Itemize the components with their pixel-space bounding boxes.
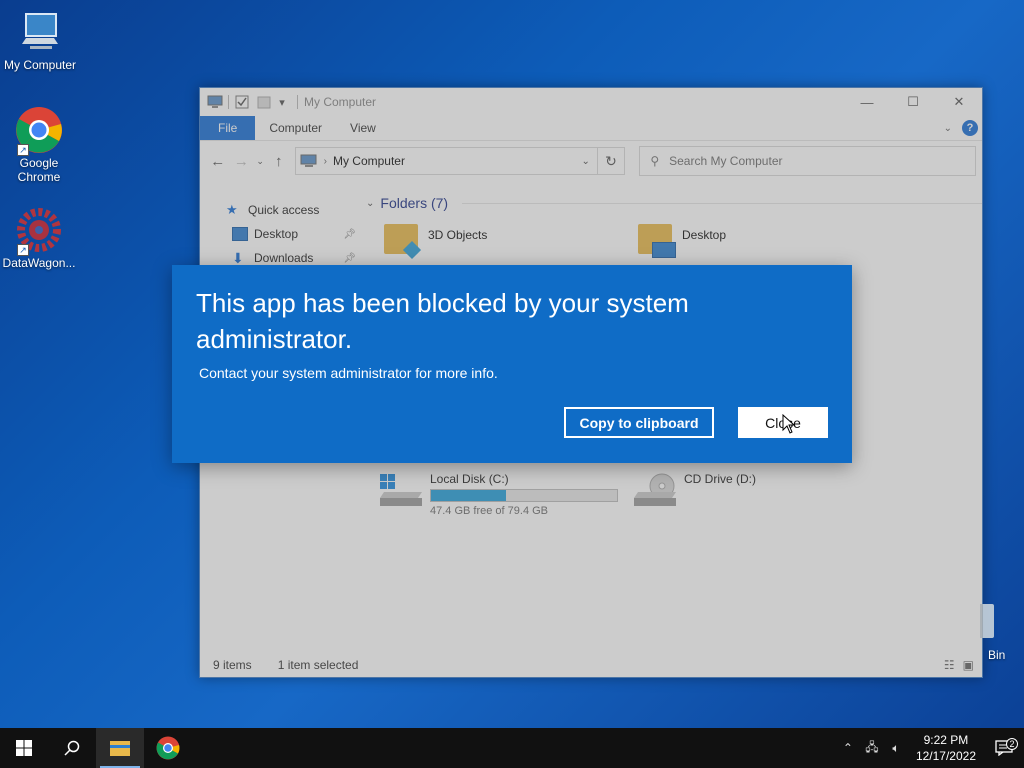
copy-to-clipboard-button[interactable]: Copy to clipboard bbox=[564, 407, 714, 438]
taskbar-chrome[interactable] bbox=[144, 728, 192, 768]
desktop-icon-recycle-bin[interactable]: Bin bbox=[980, 604, 1005, 662]
shortcut-arrow-icon: ↗ bbox=[17, 144, 29, 156]
start-button[interactable] bbox=[0, 728, 48, 768]
taskbar-file-explorer[interactable] bbox=[96, 728, 144, 768]
notification-badge: 2 bbox=[1006, 738, 1018, 750]
search-icon bbox=[64, 740, 80, 756]
clock-time: 9:22 PM bbox=[923, 733, 969, 747]
desktop-icon-label: My Computer bbox=[3, 58, 77, 72]
windows-logo-icon bbox=[16, 740, 32, 756]
clock-date: 12/17/2022 bbox=[915, 749, 976, 763]
desktop-icon-label: DataWagon... bbox=[2, 256, 76, 270]
desktop-icon-label: Bin bbox=[988, 648, 1006, 662]
chevron-up-icon[interactable]: ⌃ bbox=[836, 741, 860, 755]
blocked-app-dialog: This app has been blocked by your system… bbox=[172, 265, 852, 463]
file-explorer-icon bbox=[110, 741, 130, 756]
clock[interactable]: 9:22 PM 12/17/2022 bbox=[908, 732, 984, 764]
search-button[interactable] bbox=[48, 728, 96, 768]
desktop-icon-datawagon[interactable]: ↗ DataWagon... bbox=[0, 206, 79, 270]
dialog-message: Contact your system administrator for mo… bbox=[199, 365, 498, 381]
computer-icon bbox=[16, 8, 64, 56]
gear-icon: ↗ bbox=[15, 206, 63, 256]
desktop-icon-my-computer[interactable]: My Computer bbox=[0, 8, 80, 72]
volume-icon[interactable]: 🔈︎ bbox=[884, 741, 908, 756]
desktop-icon-google-chrome[interactable]: ↗ Google Chrome bbox=[0, 106, 79, 184]
chrome-icon: ↗ bbox=[15, 106, 63, 156]
dialog-title: This app has been blocked by your system… bbox=[196, 288, 689, 354]
network-icon[interactable]: 🖧︎ bbox=[860, 738, 884, 759]
taskbar: ⌃ 🖧︎ 🔈︎ 9:22 PM 12/17/2022 2 bbox=[0, 728, 1024, 768]
system-tray: ⌃ 🖧︎ 🔈︎ 9:22 PM 12/17/2022 2 bbox=[836, 728, 1024, 768]
action-center-button[interactable]: 2 bbox=[984, 738, 1024, 756]
desktop-icon-label: Google Chrome bbox=[17, 156, 61, 184]
shortcut-arrow-icon: ↗ bbox=[17, 244, 29, 256]
chrome-icon bbox=[156, 736, 180, 760]
